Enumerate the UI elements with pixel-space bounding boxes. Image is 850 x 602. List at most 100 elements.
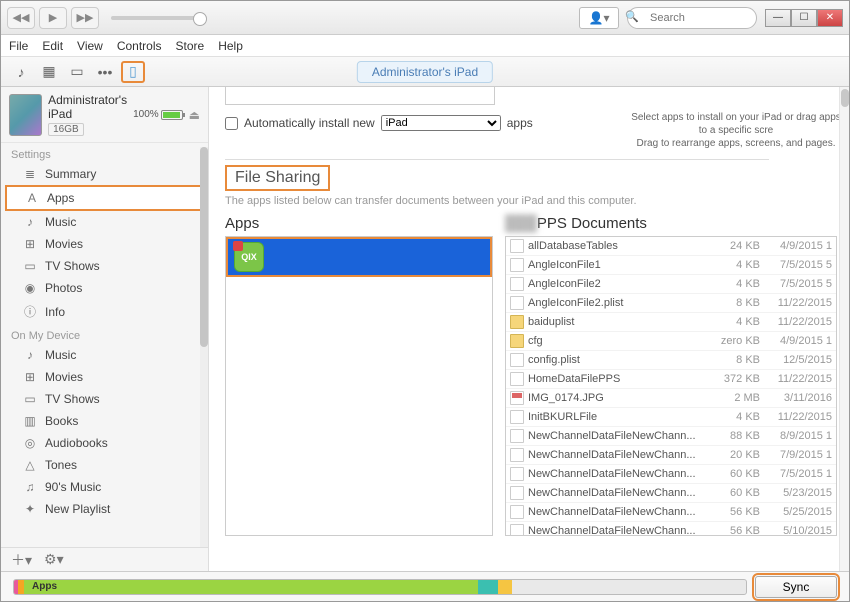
document-row[interactable]: config.plist8 KB12/5/2015 (506, 351, 836, 370)
file-date: 3/11/2016 (760, 392, 832, 404)
next-button[interactable]: ▶▶ (71, 7, 99, 29)
account-button[interactable]: 👤▾ (579, 7, 619, 29)
menu-file[interactable]: File (9, 39, 28, 53)
document-row[interactable]: NewChannelDataFileNewChann...20 KB7/9/20… (506, 446, 836, 465)
document-row[interactable]: HomeDataFilePPS372 KB11/22/2015 (506, 370, 836, 389)
sidebar-item-tones[interactable]: △Tones (1, 454, 208, 476)
file-date: 8/9/2015 1 (760, 430, 832, 442)
document-row[interactable]: allDatabaseTables24 KB4/9/2015 1 (506, 237, 836, 256)
eject-icon[interactable]: ⏏ (189, 108, 200, 122)
sidebar-item-movies[interactable]: ⊞Movies (1, 366, 208, 388)
menu-help[interactable]: Help (218, 39, 243, 53)
sidebar-item-music[interactable]: ♪Music (1, 344, 208, 366)
document-row[interactable]: baiduplist4 KB11/22/2015 (506, 313, 836, 332)
ondevice-section-label: On My Device (1, 324, 208, 344)
documents-column-title: ███PPS Documents (505, 215, 837, 232)
menubar: File Edit View Controls Store Help (1, 35, 849, 57)
apps-column-title: Apps (225, 215, 493, 232)
sidebar-item-90-s-music[interactable]: ♫90's Music (1, 476, 208, 498)
file-name: AngleIconFile2 (528, 278, 710, 290)
file-date: 11/22/2015 (760, 411, 832, 423)
file-size: 60 KB (710, 468, 760, 480)
movies-tab-icon[interactable]: ▦ (37, 61, 61, 83)
menu-controls[interactable]: Controls (117, 39, 162, 53)
sidebar-item-audiobooks[interactable]: ◎Audiobooks (1, 432, 208, 454)
document-row[interactable]: NewChannelDataFileNewChann...56 KB5/10/2… (506, 522, 836, 536)
help-text: Select apps to install on your iPad or d… (631, 111, 841, 150)
document-row[interactable]: NewChannelDataFileNewChann...88 KB8/9/20… (506, 427, 836, 446)
nav-icon: △ (23, 458, 37, 472)
nav-icon: A (25, 191, 39, 205)
file-icon (510, 448, 524, 462)
file-date: 4/9/2015 1 (760, 240, 832, 252)
sidebar-item-photos[interactable]: ◉Photos (1, 277, 208, 299)
document-row[interactable]: AngleIconFile14 KB7/5/2015 5 (506, 256, 836, 275)
auto-install-select[interactable]: iPad (381, 115, 501, 131)
nav-icon: ♫ (23, 480, 37, 494)
sidebar-item-tv-shows[interactable]: ▭TV Shows (1, 255, 208, 277)
sidebar-item-new-playlist[interactable]: ✦New Playlist (1, 498, 208, 520)
document-row[interactable]: NewChannelDataFileNewChann...60 KB5/23/2… (506, 484, 836, 503)
search-input[interactable] (627, 7, 757, 29)
add-icon[interactable]: ＋▾ (11, 550, 32, 570)
menu-view[interactable]: View (77, 39, 103, 53)
file-icon (510, 372, 524, 386)
sidebar-item-books[interactable]: ▥Books (1, 410, 208, 432)
device-capacity: 16GB (48, 123, 84, 136)
nav-label: Info (45, 305, 65, 319)
document-row[interactable]: AngleIconFile2.plist8 KB11/22/2015 (506, 294, 836, 313)
document-row[interactable]: NewChannelDataFileNewChann...56 KB5/25/2… (506, 503, 836, 522)
file-date: 12/5/2015 (760, 354, 832, 366)
sync-button[interactable]: Sync (755, 576, 837, 598)
sidebar-item-apps[interactable]: AApps (5, 185, 204, 211)
sidebar-item-tv-shows[interactable]: ▭TV Shows (1, 388, 208, 410)
menu-store[interactable]: Store (176, 39, 205, 53)
prev-button[interactable]: ◀◀ (7, 7, 35, 29)
file-name: AngleIconFile1 (528, 259, 710, 271)
nav-label: TV Shows (45, 392, 100, 406)
nav-icon: ♪ (23, 215, 37, 229)
apps-list[interactable]: QIX (225, 236, 493, 536)
document-row[interactable]: NewChannelDataFileNewChann...60 KB7/5/20… (506, 465, 836, 484)
tv-tab-icon[interactable]: ▭ (65, 61, 89, 83)
sidebar-item-info[interactable]: ⓘ Info (1, 299, 208, 324)
maximize-button[interactable]: ☐ (791, 9, 817, 27)
file-size: 8 KB (710, 297, 760, 309)
gear-icon[interactable]: ⚙▾ (44, 551, 64, 568)
auto-install-checkbox[interactable] (225, 117, 238, 130)
documents-list[interactable]: allDatabaseTables24 KB4/9/2015 1AngleIco… (505, 236, 837, 536)
main-scrollbar[interactable] (839, 87, 849, 571)
file-date: 11/22/2015 (760, 373, 832, 385)
app-row-selected[interactable]: QIX (226, 237, 492, 277)
device-tab-icon[interactable]: ▯ (121, 61, 145, 83)
sidebar-item-music[interactable]: ♪Music (1, 211, 208, 233)
play-button[interactable]: ▶ (39, 7, 67, 29)
device-name: Administrator's iPad (48, 93, 127, 121)
sidebar-item-movies[interactable]: ⊞Movies (1, 233, 208, 255)
nav-label: Music (45, 348, 76, 362)
document-row[interactable]: IMG_0174.JPG2 MB3/11/2016 (506, 389, 836, 408)
document-row[interactable]: InitBKURLFile4 KB11/22/2015 (506, 408, 836, 427)
music-tab-icon[interactable]: ♪ (9, 61, 33, 83)
device-pill[interactable]: Administrator's iPad (357, 61, 493, 83)
file-icon (510, 391, 524, 405)
file-size: 372 KB (710, 373, 760, 385)
device-thumb-icon (9, 94, 42, 136)
minimize-button[interactable]: — (765, 9, 791, 27)
close-button[interactable]: ✕ (817, 9, 843, 27)
file-icon (510, 467, 524, 481)
menu-edit[interactable]: Edit (42, 39, 63, 53)
sidebar-item-summary[interactable]: ≣Summary (1, 163, 208, 185)
settings-section-label: Settings (1, 143, 208, 163)
file-name: IMG_0174.JPG (528, 392, 710, 404)
auto-install-suffix: apps (507, 116, 533, 130)
volume-slider[interactable] (111, 16, 201, 20)
document-row[interactable]: AngleIconFile24 KB7/5/2015 5 (506, 275, 836, 294)
file-icon (510, 258, 524, 272)
document-row[interactable]: cfgzero KB4/9/2015 1 (506, 332, 836, 351)
more-tab-icon[interactable]: ••• (93, 61, 117, 83)
nav-icon: ⓘ (23, 303, 37, 320)
file-name: NewChannelDataFileNewChann... (528, 430, 710, 442)
file-name: InitBKURLFile (528, 411, 710, 423)
sidebar-scrollbar[interactable] (200, 147, 208, 547)
